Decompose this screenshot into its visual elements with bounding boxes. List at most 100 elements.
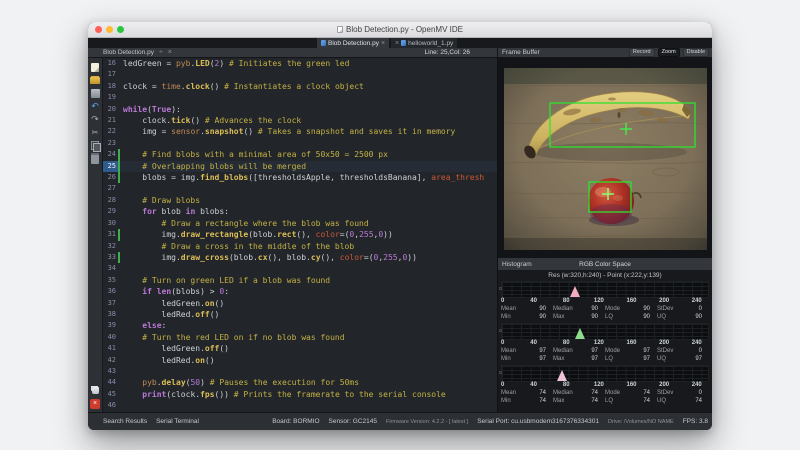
histogram-channels: 04080120160200240Mean90Median90Mode90StD…: [498, 281, 712, 407]
window-title: Blob Detection.py - OpenMV IDE: [88, 22, 712, 37]
split-editor-icon[interactable]: [159, 49, 163, 56]
code-line-36[interactable]: 36 if len(blobs) > 0:: [103, 286, 497, 297]
search-results-tab[interactable]: Search Results: [103, 418, 147, 425]
code-text: blobs = img.find_blobs([thresholdsApple,…: [120, 172, 497, 183]
status-bar: Search Results Serial Terminal Board: BO…: [88, 412, 712, 430]
code-line-30[interactable]: 30 # Draw a rectangle where the blob was…: [103, 218, 497, 229]
code-line-22[interactable]: 22 img = sensor.snapshot() # Takes a sna…: [103, 126, 497, 137]
save-file-icon[interactable]: [90, 89, 100, 99]
code-text: # Draw blobs: [120, 195, 497, 206]
code-text: # Draw a rectangle where the blob was fo…: [120, 218, 497, 229]
code-line-18[interactable]: 18clock = time.clock() # Instantiates a …: [103, 81, 497, 92]
close-pane-icon[interactable]: [168, 49, 172, 56]
stat-median: Median90: [553, 305, 605, 313]
code-line-20[interactable]: 20while(True):: [103, 104, 497, 115]
code-line-28[interactable]: 28 # Draw blobs: [103, 195, 497, 206]
titlebar[interactable]: Blob Detection.py - OpenMV IDE: [88, 22, 712, 38]
code-line-42[interactable]: 42 ledRed.on(): [103, 355, 497, 366]
disconnect-icon[interactable]: [90, 399, 100, 409]
histogram-marker: [557, 370, 567, 381]
frame-buffer-title: Frame Buffer: [502, 49, 540, 56]
camera-image: [504, 68, 707, 250]
line-number: 37: [103, 298, 120, 309]
code-line-37[interactable]: 37 ledGreen.on(): [103, 298, 497, 309]
line-number: 35: [103, 275, 120, 286]
code-text: print(clock.fps()) # Prints the framerat…: [120, 389, 497, 400]
color-space-dropdown[interactable]: RGB Color Space: [498, 261, 712, 268]
code-line-45[interactable]: 45 print(clock.fps()) # Prints the frame…: [103, 389, 497, 400]
connect-icon[interactable]: [90, 386, 100, 396]
paste-icon[interactable]: [90, 154, 100, 164]
line-number: 17: [103, 69, 120, 80]
code-line-35[interactable]: 35 # Turn on green LED if a blob was fou…: [103, 275, 497, 286]
code-line-27[interactable]: 27: [103, 183, 497, 194]
stats-row: Mean97Median97Mode97StDev0: [501, 347, 709, 355]
fps-status: FPS: 3.8: [683, 418, 708, 425]
code-line-38[interactable]: 38 ledRed.off(): [103, 309, 497, 320]
close-window-button[interactable]: [95, 26, 102, 33]
code-text: [120, 183, 497, 194]
tab-helloworld[interactable]: helloworld_1.py: [391, 38, 457, 48]
axis-tick: 80: [563, 340, 570, 346]
zoom-button[interactable]: Zoom: [658, 48, 680, 58]
serial-terminal-tab[interactable]: Serial Terminal: [156, 418, 199, 425]
code-editor[interactable]: 16ledGreen = pyb.LED(2) # Initiates the …: [103, 58, 497, 412]
stats-row: Min74Max74LQ74UQ74: [501, 397, 709, 405]
new-file-icon[interactable]: [90, 63, 100, 73]
code-line-17[interactable]: 17: [103, 69, 497, 80]
stat-stdev: StDev0: [657, 389, 709, 397]
code-line-26[interactable]: 26 blobs = img.find_blobs([thresholdsApp…: [103, 172, 497, 183]
drive-status: Drive: /Volumes/NO NAME: [608, 419, 674, 425]
code-line-19[interactable]: 19: [103, 92, 497, 103]
cut-icon[interactable]: [90, 128, 100, 138]
line-number: 36: [103, 286, 120, 297]
tab-blob-detection[interactable]: Blob Detection.py: [317, 38, 389, 48]
code-line-29[interactable]: 29 for blob in blobs:: [103, 206, 497, 217]
code-line-23[interactable]: 23: [103, 138, 497, 149]
line-number: 45: [103, 389, 120, 400]
code-line-21[interactable]: 21 clock.tick() # Advances the clock: [103, 115, 497, 126]
record-button[interactable]: Record: [629, 48, 655, 58]
code-line-46[interactable]: 46: [103, 400, 497, 411]
redo-icon[interactable]: [90, 115, 100, 125]
shadow-bottom: [504, 238, 707, 250]
serial-port-status: Serial Port: cu.usbmodem3167376334301: [477, 418, 599, 425]
frame-buffer-view[interactable]: [498, 58, 712, 258]
tab-label: Blob Detection.py: [328, 40, 379, 47]
minimize-window-button[interactable]: [106, 26, 113, 33]
code-text: [120, 69, 497, 80]
code-text: ledGreen.on(): [120, 298, 497, 309]
close-tab-icon[interactable]: [395, 40, 399, 47]
close-tab-icon[interactable]: [381, 40, 385, 47]
code-line-44[interactable]: 44 pyb.delay(50) # Pauses the execution …: [103, 377, 497, 388]
code-line-16[interactable]: 16ledGreen = pyb.LED(2) # Initiates the …: [103, 58, 497, 69]
stat-median: Median74: [553, 389, 605, 397]
code-line-32[interactable]: 32 # Draw a cross in the middle of the b…: [103, 241, 497, 252]
code-line-31[interactable]: 31 img.draw_rectangle(blob.rect(), color…: [103, 229, 497, 240]
axis-tick: 80: [563, 298, 570, 304]
code-line-33[interactable]: 33 img.draw_cross(blob.cx(), blob.cy(), …: [103, 252, 497, 263]
line-number: 39: [103, 320, 120, 331]
code-line-40[interactable]: 40 # Turn the red LED on if no blob was …: [103, 332, 497, 343]
code-line-43[interactable]: 43: [103, 366, 497, 377]
disable-button[interactable]: Disable: [683, 48, 709, 58]
editor-pane-header: Blob Detection.py Line: 25,Col: 26: [88, 48, 497, 57]
code-line-39[interactable]: 39 else:: [103, 320, 497, 331]
stat-uq: UQ90: [657, 313, 709, 321]
openmv-ide-window: Blob Detection.py - OpenMV IDE Blob Dete…: [88, 22, 712, 430]
line-number: 29: [103, 206, 120, 217]
code-line-34[interactable]: 34: [103, 263, 497, 274]
code-line-25[interactable]: 25 # Overlapping blobs will be merged: [103, 161, 497, 172]
copy-icon[interactable]: [90, 141, 100, 151]
line-number: 16: [103, 58, 120, 69]
maximize-window-button[interactable]: [117, 26, 124, 33]
open-file-icon[interactable]: [90, 76, 100, 86]
stat-uq: UQ97: [657, 355, 709, 363]
code-line-24[interactable]: 24 # Find blobs with a minimal area of 5…: [103, 149, 497, 160]
line-number: 46: [103, 400, 120, 411]
undo-icon[interactable]: [90, 102, 100, 112]
code-text: # Turn on green LED if a blob was found: [120, 275, 497, 286]
stat-min: Min74: [501, 397, 553, 405]
code-line-41[interactable]: 41 ledGreen.off(): [103, 343, 497, 354]
code-text: else:: [120, 320, 497, 331]
